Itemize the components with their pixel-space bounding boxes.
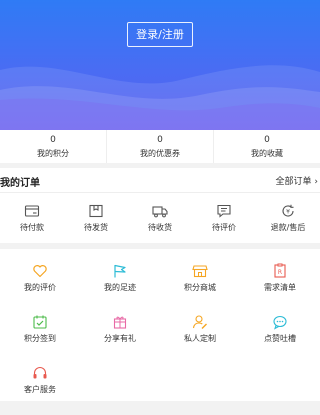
orders-section: 我的订单 全部订单 › 待付款 待发货 待收货 待评价 ¥ 退款/售后 <box>0 168 320 243</box>
stat-label: 我的积分 <box>37 149 69 158</box>
service-label: 客户服务 <box>24 385 56 394</box>
order-pending-payment[interactable]: 待付款 <box>0 193 64 243</box>
service-label: 积分签到 <box>24 334 56 343</box>
stat-coupons[interactable]: 0 我的优惠券 <box>107 130 214 163</box>
service-label: 我的评价 <box>24 283 56 292</box>
headset-icon <box>33 367 47 379</box>
wave-background <box>0 65 320 130</box>
service-customer-service[interactable]: 客户服务 <box>0 365 80 395</box>
box-icon <box>89 204 103 218</box>
chevron-right-icon: › <box>314 177 318 187</box>
heart-icon <box>33 265 47 278</box>
stat-value: 0 <box>157 135 163 145</box>
order-pending-review[interactable]: 待评价 <box>192 193 256 243</box>
shop-icon <box>192 265 208 278</box>
stat-value: 0 <box>50 135 56 145</box>
chat-bubble-icon <box>273 315 287 330</box>
order-item-label: 退款/售后 <box>270 223 306 232</box>
list-icon: R <box>274 263 286 278</box>
login-register-button[interactable]: 登录/注册 <box>127 22 193 47</box>
order-item-label: 待发货 <box>84 223 108 232</box>
order-pending-receipt[interactable]: 待收货 <box>128 193 192 243</box>
order-item-label: 待评价 <box>212 223 236 232</box>
svg-text:R: R <box>278 269 282 276</box>
order-item-label: 待付款 <box>20 223 44 232</box>
service-label: 我的足迹 <box>104 283 136 292</box>
service-label: 点赞吐槽 <box>264 334 296 343</box>
stat-label: 我的收藏 <box>251 149 283 158</box>
service-label: 需求清单 <box>264 283 296 292</box>
service-my-reviews[interactable]: 我的评价 <box>0 263 80 293</box>
service-points-mall[interactable]: 积分商城 <box>160 263 240 293</box>
services-grid: 我的评价 我的足迹 积分商城 R 需求清单 积分签到 分享有礼 私人定制 点赞吐… <box>0 249 320 401</box>
calendar-check-icon <box>33 315 47 329</box>
svg-text:¥: ¥ <box>286 209 290 216</box>
service-check-in[interactable]: 积分签到 <box>0 314 80 344</box>
all-orders-label: 全部订单 <box>275 177 312 187</box>
orders-header: 我的订单 全部订单 › <box>0 168 320 193</box>
service-my-footprints[interactable]: 我的足迹 <box>80 263 160 293</box>
stat-points[interactable]: 0 我的积分 <box>0 130 107 163</box>
stats-bar: 0 我的积分 0 我的优惠券 0 我的收藏 <box>0 130 320 163</box>
stat-favorites[interactable]: 0 我的收藏 <box>214 130 320 163</box>
truck-icon <box>152 206 168 218</box>
all-orders-link[interactable]: 全部订单 › <box>276 174 319 187</box>
service-custom[interactable]: 私人定制 <box>160 314 240 344</box>
service-label: 积分商城 <box>184 283 216 292</box>
order-item-label: 待收货 <box>148 223 172 232</box>
comment-icon <box>217 204 231 218</box>
order-refund[interactable]: ¥ 退款/售后 <box>256 193 320 243</box>
stat-value: 0 <box>264 135 270 145</box>
refund-icon: ¥ <box>282 204 294 217</box>
orders-title: 我的订单 <box>0 178 40 189</box>
service-label: 分享有礼 <box>104 334 136 343</box>
user-edit-icon <box>192 315 207 329</box>
flag-icon <box>114 264 126 278</box>
gift-icon <box>113 316 127 329</box>
service-share-gift[interactable]: 分享有礼 <box>80 314 160 344</box>
service-wish-list[interactable]: R 需求清单 <box>240 263 320 293</box>
stat-label: 我的优惠券 <box>140 149 180 158</box>
wallet-icon <box>24 205 40 217</box>
order-pending-shipment[interactable]: 待发货 <box>64 193 128 243</box>
service-feedback[interactable]: 点赞吐槽 <box>240 314 320 344</box>
profile-header: 登录/注册 <box>0 0 320 130</box>
service-label: 私人定制 <box>184 334 216 343</box>
